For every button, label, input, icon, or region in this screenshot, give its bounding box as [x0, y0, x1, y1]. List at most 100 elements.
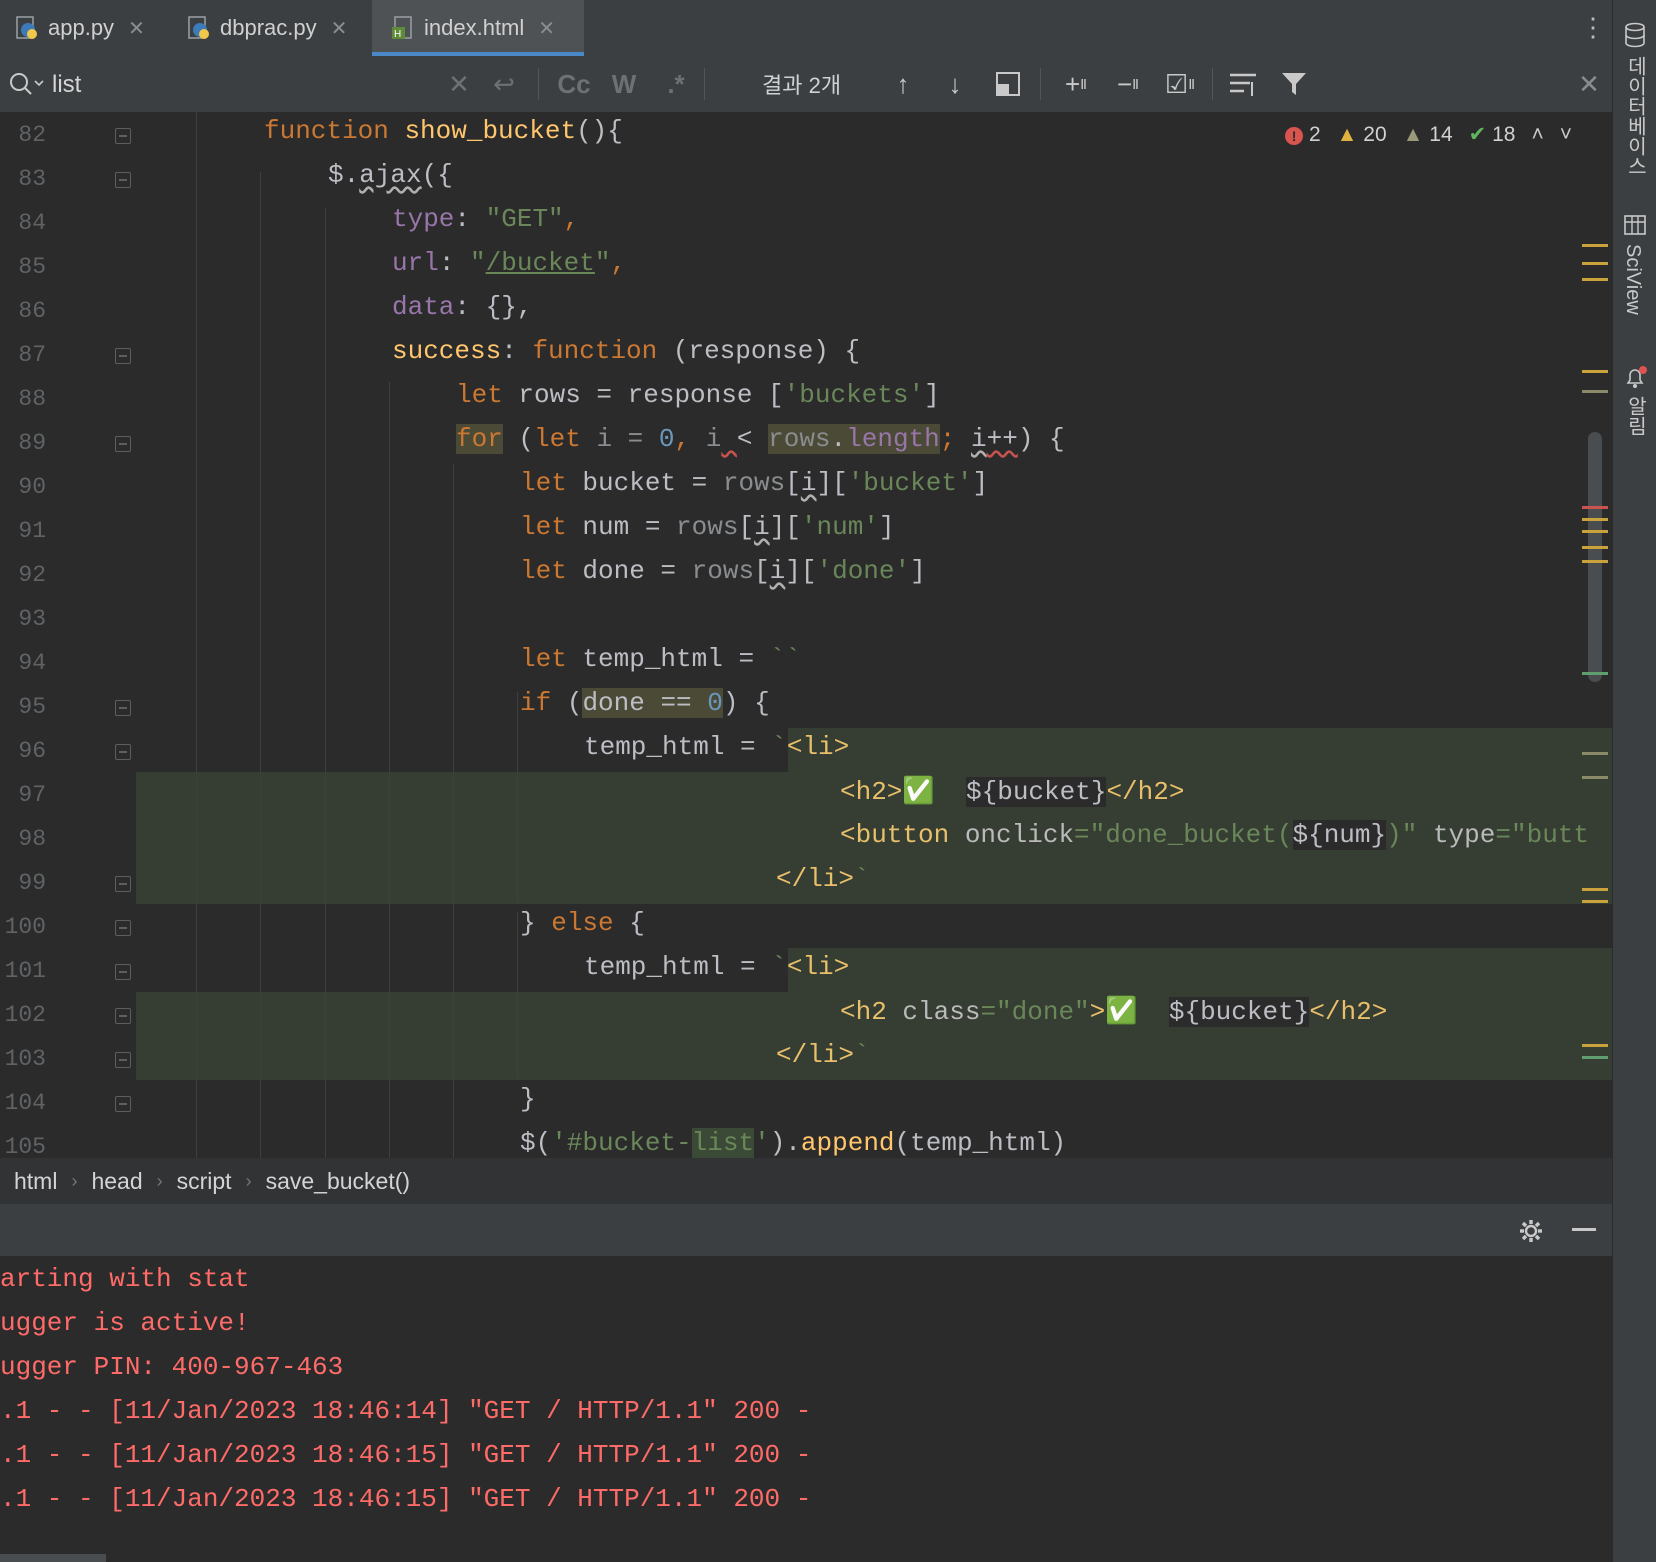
editor-scrollbar[interactable]	[1588, 432, 1602, 682]
line-number: 98	[18, 826, 46, 852]
console-horizontal-scrollbar[interactable]	[0, 1554, 106, 1562]
line-number: 85	[18, 254, 46, 280]
select-all-occurrences-icon[interactable]	[994, 70, 1022, 98]
breadcrumb-html[interactable]: html	[0, 1168, 71, 1195]
search-icon[interactable]	[8, 70, 44, 98]
close-icon[interactable]: ✕	[331, 16, 348, 41]
add-occurrence-icon[interactable]: + Ⅱ	[1056, 66, 1096, 102]
code-editor[interactable]: 82 83 84 85 86 87 88 89 90 91 92 93 94 9…	[0, 112, 1612, 1158]
fold-icon[interactable]	[115, 964, 131, 980]
right-tool-window-bar: 데이터베이스 SciView 알림	[1612, 0, 1656, 1562]
weak-warning-icon: ▲	[1402, 122, 1424, 146]
arrow-up-icon[interactable]: ↑	[888, 66, 918, 102]
whole-words-button[interactable]: W	[606, 66, 642, 102]
fold-icon[interactable]	[115, 348, 131, 364]
run-console: arting with stat ugger is active! ugger …	[0, 1204, 1612, 1562]
fold-icon[interactable]	[115, 920, 131, 936]
fold-icon[interactable]	[115, 700, 131, 716]
tab-app-py[interactable]: app.py ✕	[14, 0, 164, 56]
database-icon[interactable]	[1623, 22, 1647, 48]
line-number: 103	[4, 1046, 46, 1072]
code-line-82: function show_bucket(){	[264, 116, 623, 146]
editor-tab-bar: app.py ✕ dbprac.py ✕ H index.html ✕ ⋮	[0, 0, 1612, 57]
fold-icon[interactable]	[115, 744, 131, 760]
fold-icon[interactable]	[115, 1008, 131, 1024]
fold-icon[interactable]	[115, 172, 131, 188]
find-bar: ✕ ↩ Cc W .* 결과 2개 ↑ ↓ +Ⅱ −Ⅱ ☑Ⅱ ✕	[0, 56, 1612, 113]
python-file-icon	[16, 16, 37, 39]
clear-search-icon[interactable]: ✕	[446, 66, 472, 102]
remove-occurrence-icon[interactable]: − Ⅱ	[1108, 66, 1148, 102]
code-line-104: }	[520, 1084, 536, 1114]
console-line: arting with stat	[0, 1264, 250, 1294]
more-options-icon[interactable]: ⋮	[1580, 12, 1606, 43]
check-emoji-icon: ✅	[1105, 997, 1138, 1027]
gear-icon[interactable]	[1518, 1218, 1544, 1244]
code-line-86: data: {},	[392, 292, 533, 322]
sciview-tool-tab[interactable]: SciView	[1621, 244, 1644, 315]
code-line-94: let temp_html = ``	[520, 644, 801, 674]
bell-icon[interactable]	[1623, 364, 1649, 390]
close-icon[interactable]: ✕	[128, 16, 145, 41]
line-number: 102	[4, 1002, 46, 1028]
close-search-icon[interactable]: ✕	[1576, 66, 1602, 102]
fold-icon[interactable]	[115, 1096, 131, 1112]
code-line-95: if (done == 0) {	[520, 688, 770, 718]
fold-icon[interactable]	[115, 128, 131, 144]
weak-warning-count[interactable]: ▲ 14	[1403, 123, 1453, 147]
warning-count[interactable]: ▲ 20	[1337, 123, 1387, 147]
code-line-103: </li>`	[776, 1040, 870, 1070]
search-input[interactable]	[50, 68, 434, 102]
arrow-down-icon[interactable]: ↓	[940, 66, 970, 102]
tab-label: dbprac.py	[220, 15, 317, 40]
new-line-icon[interactable]: ↩	[488, 66, 520, 102]
code-line-89: for (let i = 0, i < rows.length; i++) {	[456, 424, 1065, 454]
match-case-button[interactable]: Cc	[552, 66, 596, 102]
code-line-92: let done = rows[i]['done']	[520, 556, 926, 586]
fold-icon[interactable]	[115, 436, 131, 452]
console-line: .1 - - [11/Jan/2023 18:46:15] "GET / HTT…	[0, 1440, 812, 1470]
code-line-99: </li>`	[776, 864, 870, 894]
code-line-96: temp_html = `<li>	[584, 732, 850, 762]
previous-highlight-icon[interactable]: ˄	[1531, 123, 1543, 147]
fold-icon[interactable]	[115, 1052, 131, 1068]
close-icon[interactable]: ✕	[538, 16, 555, 41]
breadcrumb-script[interactable]: script	[163, 1168, 246, 1195]
error-count[interactable]: ! 2	[1285, 123, 1321, 147]
line-number: 82	[18, 122, 46, 148]
warning-icon: ▲	[1336, 122, 1358, 146]
line-number: 83	[18, 166, 46, 192]
sciview-icon[interactable]	[1623, 214, 1647, 236]
check-icon: ✔	[1468, 123, 1487, 146]
minimize-icon[interactable]	[1572, 1228, 1596, 1231]
fold-icon[interactable]	[115, 876, 131, 892]
breadcrumb: html › head › script › save_bucket()	[0, 1158, 1612, 1204]
regex-button[interactable]: .*	[658, 66, 694, 102]
code-line-90: let bucket = rows[i]['bucket']	[520, 468, 989, 498]
line-number: 94	[18, 650, 46, 676]
next-highlight-icon[interactable]: ˅	[1560, 123, 1572, 147]
inspection-widget[interactable]: ! 2 ▲ 20 ▲ 14 ✔ 18 ˄ ˅	[1285, 122, 1572, 147]
tab-index-html[interactable]: H index.html ✕	[372, 0, 584, 56]
select-occurrences-icon[interactable]: ☑ Ⅱ	[1160, 66, 1200, 102]
search-results-count: 결과 2개	[762, 73, 842, 98]
line-number: 104	[4, 1090, 46, 1116]
filter-icon[interactable]	[1280, 70, 1308, 98]
line-number: 93	[18, 606, 46, 632]
code-line-101: temp_html = `<li>	[584, 952, 850, 982]
code-line-87: success: function (response) {	[392, 336, 861, 366]
database-tool-tab[interactable]: 데이터베이스	[1621, 56, 1650, 176]
typo-count[interactable]: ✔ 18	[1469, 122, 1516, 147]
line-number: 92	[18, 562, 46, 588]
line-number: 95	[18, 694, 46, 720]
line-number: 86	[18, 298, 46, 324]
tab-dbprac-py[interactable]: dbprac.py ✕	[186, 0, 356, 56]
filter-lines-icon[interactable]	[1228, 70, 1258, 98]
breadcrumb-function[interactable]: save_bucket()	[252, 1168, 424, 1195]
notifications-tool-tab[interactable]: 알림	[1621, 396, 1650, 436]
console-line: .1 - - [11/Jan/2023 18:46:14] "GET / HTT…	[0, 1396, 812, 1426]
line-number: 101	[4, 958, 46, 984]
svg-text:H: H	[394, 29, 401, 40]
run-console-header	[0, 1204, 1612, 1256]
breadcrumb-head[interactable]: head	[77, 1168, 156, 1195]
